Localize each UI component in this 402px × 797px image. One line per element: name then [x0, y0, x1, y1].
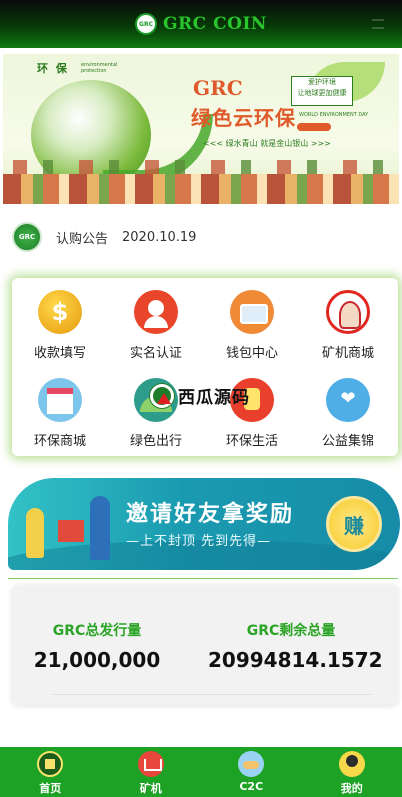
stat-label: GRC总发行量 [52, 623, 142, 639]
menu-icon[interactable] [372, 19, 384, 29]
banner-world-day: WORLD ENVIRONMENT DAY [299, 112, 369, 118]
coin-icon [38, 290, 82, 334]
invite-banner[interactable]: 邀请好友拿奖励 —上不封顶 先到先得— 赚 [8, 478, 400, 570]
banner-grc: GRC [193, 76, 243, 100]
banner-pill [297, 123, 331, 131]
menu-item-label: 矿机商城 [321, 346, 374, 361]
banner-box: 爱护环境 让地球更加健康 [291, 76, 353, 106]
watermark-text: 西瓜源码 [178, 388, 250, 408]
gift-icon [58, 520, 84, 542]
invite-title: 邀请好友拿奖励 [126, 502, 295, 527]
id-verify-icon [134, 290, 178, 334]
banner-slogan: 绿色云环保 [191, 106, 296, 130]
stat-total-supply: GRC总发行量 21,000,000 [12, 620, 182, 672]
announcement-date: 2020.10.19 [122, 229, 197, 245]
announcement-bar[interactable]: GRC 认购公告 2020.10.19 [12, 222, 196, 252]
stat-label: GRC剩余总量 [246, 623, 336, 639]
promo-banner[interactable]: 环 保 environmental protection GRC 绿色云环保 爱… [3, 54, 399, 204]
stats-card: GRC总发行量 21,000,000 GRC剩余总量 20994814.1572 [12, 585, 398, 705]
menu-item-label: 公益集锦 [321, 434, 374, 449]
nav-item-miner[interactable]: 矿机 [101, 747, 202, 797]
menu-item-eco-mall[interactable]: 环保商城 [12, 378, 108, 449]
menu-item-label: 钱包中心 [225, 346, 278, 361]
stat-value: 21,000,000 [33, 648, 161, 672]
app-header: GRC GRC COIN [0, 0, 402, 48]
nav-item-profile[interactable]: 我的 [302, 747, 402, 797]
menu-item-label: 环保商城 [33, 434, 86, 449]
menu-item-label: 实名认证 [129, 346, 182, 361]
town-roofs [3, 160, 399, 174]
people-illustration [22, 490, 118, 566]
announcement-text[interactable]: 认购公告 [56, 228, 108, 247]
menu-item-miner-mall[interactable]: 矿机商城 [300, 290, 396, 361]
nav-item-c2c[interactable]: C2C [201, 747, 302, 797]
feature-grid: 收款填写 实名认证 钱包中心 矿机商城 环保商城 绿色出行 环保生活 公益集锦 [12, 278, 398, 456]
watermark: 西瓜源码 [150, 383, 250, 408]
profile-icon [338, 751, 365, 777]
nav-item-home[interactable]: 首页 [0, 747, 101, 797]
miner-icon [137, 751, 164, 777]
grc-logo-icon: GRC [135, 13, 158, 35]
charity-icon [326, 378, 370, 422]
badge-text: GRC [18, 233, 36, 241]
menu-item-wallet[interactable]: 钱包中心 [204, 290, 300, 361]
watermelon-logo-icon [150, 383, 174, 408]
menu-item-charity[interactable]: 公益集锦 [300, 378, 396, 449]
section-divider [8, 578, 398, 579]
stat-value: 20994814.1572 [208, 648, 383, 672]
banner-env-protection: environmental protection [81, 62, 118, 74]
menu-item-label: 收款填写 [33, 346, 86, 361]
wallet-icon [230, 290, 274, 334]
banner-bottom-text: <<< 绿水青山 就是金山银山 >>> [203, 139, 331, 148]
town-illustration [3, 174, 399, 204]
menu-item-real-name[interactable]: 实名认证 [108, 290, 204, 361]
nav-label: 我的 [340, 782, 363, 795]
earn-button[interactable]: 赚 [326, 496, 382, 552]
bottom-nav: 首页 矿机 C2C 我的 [0, 747, 402, 797]
menu-item-payment-info[interactable]: 收款填写 [12, 290, 108, 361]
nav-label: 首页 [39, 782, 62, 795]
menu-item-label: 绿色出行 [129, 434, 182, 449]
person-figure [26, 508, 44, 558]
stats-underline [52, 694, 372, 695]
grc-badge-icon: GRC [12, 222, 42, 252]
nav-label: C2C [239, 780, 264, 793]
invite-subtitle: —上不封顶 先到先得— [126, 534, 272, 549]
earn-button-label: 赚 [344, 513, 364, 538]
person-figure [90, 496, 110, 560]
banner-huanbao: 环 保 [37, 62, 69, 75]
stat-remaining-supply: GRC剩余总量 20994814.1572 [208, 620, 383, 672]
banner-box-line1: 爱护环境 [308, 78, 336, 86]
nav-label: 矿机 [139, 782, 162, 795]
miner-mall-icon [326, 290, 370, 334]
logo-text: GRC [139, 20, 153, 28]
banner-box-line2: 让地球更加健康 [297, 89, 347, 97]
home-icon [37, 751, 64, 777]
app-title: GRC COIN [163, 14, 267, 34]
menu-item-label: 环保生活 [225, 434, 278, 449]
c2c-icon [238, 751, 265, 777]
shop-icon [38, 378, 82, 422]
